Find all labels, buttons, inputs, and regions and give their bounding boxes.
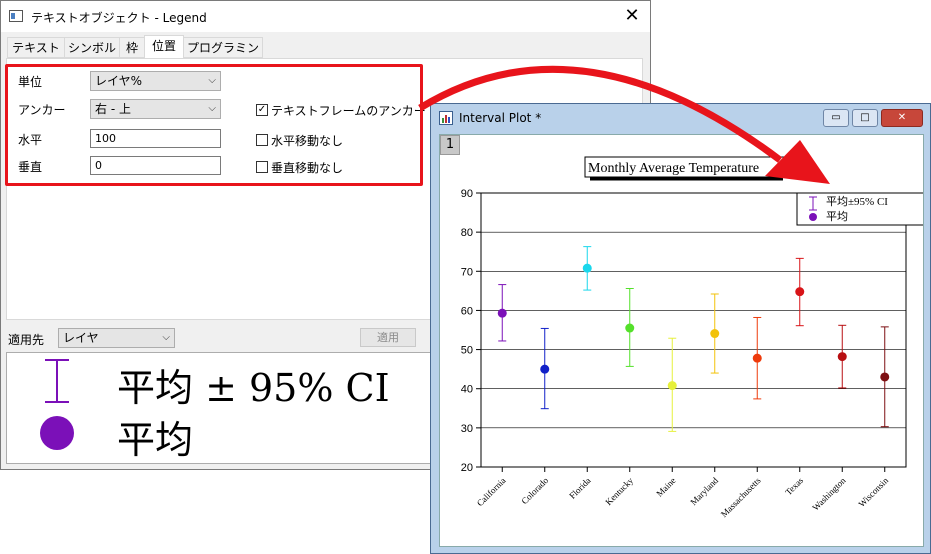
mean-point[interactable] <box>880 372 890 382</box>
x-tick-label: California <box>475 475 508 508</box>
mean-point[interactable] <box>795 287 805 297</box>
interval-chart: 20 30 40 50 60 70 80 90 California Colorado Florid… <box>461 156 923 519</box>
tab-symbol[interactable]: シンボル <box>64 37 120 58</box>
mean-point[interactable] <box>667 381 677 391</box>
apply-to-select[interactable]: レイヤ ⌵ <box>58 328 175 348</box>
mean-point[interactable] <box>710 329 720 339</box>
circle-legend-icon <box>40 416 74 450</box>
window-icon <box>9 10 23 22</box>
legend-label-ci: 平均±95% CI <box>826 195 888 208</box>
legend-symbols <box>40 359 74 450</box>
tab-programming[interactable]: プログラミング <box>183 37 263 75</box>
y-tick-label: 70 <box>461 266 473 278</box>
plot-window-title: Interval Plot * <box>459 111 542 125</box>
apply-to-value: レイヤ <box>63 331 99 345</box>
maximize-icon[interactable]: □ <box>852 109 878 127</box>
y-tick-label: 90 <box>461 188 473 200</box>
apply-button[interactable]: 適用 <box>360 328 416 347</box>
x-tick-label: Maryland <box>688 475 720 507</box>
graph-page: 1 20 30 40 50 60 70 80 90 California Colorado Flor… <box>439 134 924 547</box>
x-tick-label: Wisconsin <box>856 475 890 509</box>
chart-title: Monthly Average Temperature <box>588 161 759 176</box>
mean-point[interactable] <box>582 263 592 273</box>
x-tick-label: Maine <box>654 475 677 498</box>
x-tick-label: Kentucky <box>603 475 635 507</box>
chevron-down-icon: ⌵ <box>162 332 170 343</box>
close-icon[interactable]: ✕ <box>881 109 923 127</box>
interval-plot-window: Interval Plot * ▭ □ ✕ 1 20 30 40 50 60 70 80 90… <box>430 103 931 554</box>
dialog-title: テキストオブジェクト - Legend <box>31 11 207 25</box>
highlight-box <box>5 64 423 186</box>
x-tick-label: Massachusetts <box>719 475 763 519</box>
tab-frame[interactable]: 枠 <box>119 37 145 58</box>
minimize-icon[interactable]: ▭ <box>823 109 849 127</box>
mean-point[interactable] <box>625 323 635 333</box>
y-tick-label: 80 <box>461 227 473 239</box>
y-tick-label: 20 <box>461 462 473 474</box>
tab-position[interactable]: 位置 <box>144 35 184 59</box>
y-tick-label: 30 <box>461 423 473 435</box>
legend-label-mean: 平均 <box>826 210 848 223</box>
dialog-titlebar: テキストオブジェクト - Legend ✕ <box>1 1 650 32</box>
mean-point[interactable] <box>752 353 762 363</box>
x-tick-label: Colorado <box>519 475 550 506</box>
preview-line-mean: 平均 <box>117 418 194 462</box>
apply-to-label: 適用先 <box>8 333 45 347</box>
mean-point[interactable] <box>497 308 507 318</box>
x-tick-label: Texas <box>783 475 805 497</box>
errorbar-legend-icon <box>45 359 69 403</box>
y-tick-label: 60 <box>461 305 473 317</box>
mean-point[interactable] <box>837 352 847 362</box>
preview-line-ci: 平均 ± 95% CI <box>117 366 390 410</box>
mean-point[interactable] <box>540 364 550 374</box>
y-tick-label: 40 <box>461 384 473 396</box>
close-icon[interactable]: ✕ <box>620 4 644 28</box>
chart-legend[interactable]: 平均±95% CI 平均 <box>796 192 923 226</box>
y-tick-label: 50 <box>461 345 473 357</box>
x-tick-label: Washington <box>810 475 848 513</box>
x-tick-label: Florida <box>567 475 592 500</box>
circle-legend-icon <box>809 213 817 221</box>
graph-window-icon <box>439 111 453 125</box>
tab-text[interactable]: テキスト <box>7 37 65 58</box>
